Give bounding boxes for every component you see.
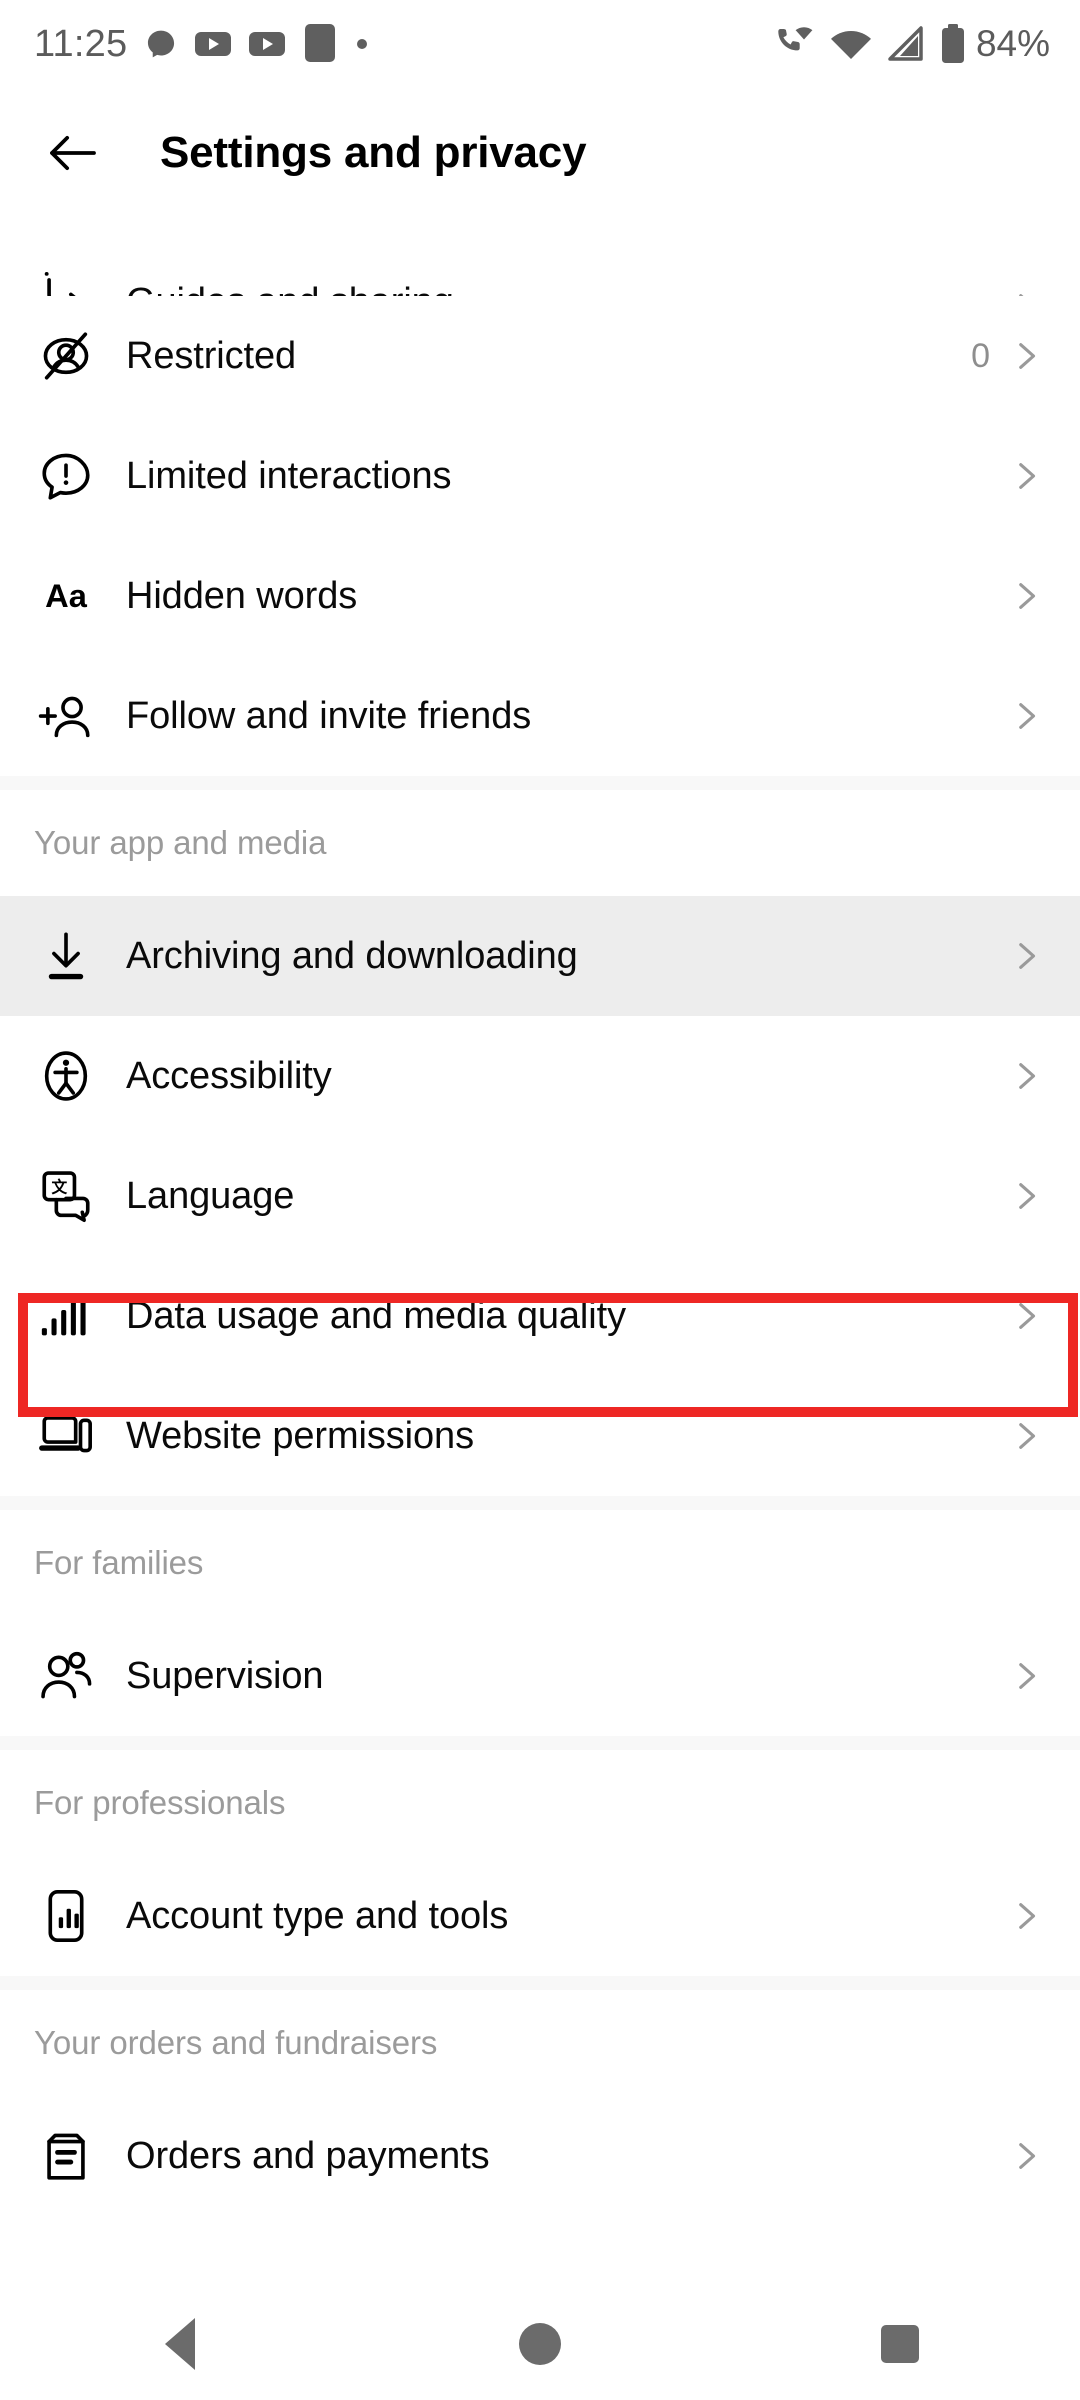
nav-back-triangle-icon	[165, 2318, 195, 2370]
section-divider	[0, 1976, 1080, 1990]
svg-text:Aa: Aa	[45, 577, 88, 614]
chevron-right-icon	[1008, 1419, 1042, 1453]
battery-percent-label: 84%	[975, 23, 1050, 64]
section-header-your-app-and-media: Your app and media	[34, 824, 327, 861]
status-bar-right: 84%	[774, 23, 1050, 65]
list-item-label: Accessibility	[126, 1054, 332, 1097]
section-header-for-professionals: For professionals	[34, 1784, 286, 1821]
settings-list[interactable]: Guides and sharing Restricted 0 Limited int…	[0, 218, 1080, 2216]
page-title: Settings and privacy	[160, 128, 587, 177]
restricted-user-slash-icon	[34, 324, 98, 388]
chevron-right-icon	[1008, 1659, 1042, 1693]
chevron-right-icon	[1008, 2139, 1042, 2173]
app-header: Settings and privacy	[0, 88, 1080, 218]
list-item[interactable]: Aa Hidden words	[0, 536, 1080, 656]
svg-text:文: 文	[52, 1177, 68, 1196]
browser-device-icon	[34, 1404, 98, 1468]
aa-text-icon: Aa	[34, 564, 98, 628]
nav-home-circle-icon	[519, 2323, 561, 2365]
download-icon	[34, 924, 98, 988]
section-divider	[0, 1736, 1080, 1750]
signal-bars-icon	[34, 1284, 98, 1348]
system-navigation-bar	[0, 2288, 1080, 2400]
dot-icon	[357, 39, 368, 49]
wifi-icon	[830, 31, 871, 59]
chevron-right-icon	[1008, 459, 1042, 493]
list-item[interactable]: Guides and sharing	[0, 218, 1080, 296]
list-item[interactable]: Supervision	[0, 1616, 1080, 1736]
receipt-icon	[34, 2124, 98, 2188]
messenger-icon	[148, 30, 175, 58]
phone-chart-icon	[34, 1884, 98, 1948]
accessibility-icon	[34, 1044, 98, 1108]
battery-icon	[941, 24, 964, 63]
list-item-label: Orders and payments	[126, 2134, 490, 2177]
section-header-your-orders-and-fundraisers: Your orders and fundraisers	[34, 2024, 438, 2061]
nav-back-button[interactable]	[90, 2288, 270, 2400]
list-item[interactable]: Archiving and downloading	[0, 896, 1080, 1016]
two-people-icon	[34, 1644, 98, 1708]
chevron-right-icon	[1008, 1179, 1042, 1213]
cellular-signal-icon	[888, 26, 923, 61]
list-item-label: Website permissions	[126, 1414, 474, 1457]
list-item-label: Restricted	[126, 334, 297, 377]
chevron-right-icon	[1008, 339, 1042, 373]
list-item[interactable]: Orders and payments	[0, 2096, 1080, 2216]
youtube-icon	[195, 32, 232, 56]
list-item-label: Data usage and media quality	[126, 1294, 626, 1337]
chevron-right-icon	[1008, 1899, 1042, 1933]
list-item[interactable]: Limited interactions	[0, 416, 1080, 536]
section-header-for-families: For families	[34, 1544, 204, 1581]
list-item[interactable]: Accessibility	[0, 1016, 1080, 1136]
chevron-right-icon	[1008, 1059, 1042, 1093]
app-square-icon	[305, 24, 336, 62]
nav-home-button[interactable]	[450, 2288, 630, 2400]
list-item[interactable]: Account type and tools	[0, 1856, 1080, 1976]
list-item-label: Hidden words	[126, 574, 358, 617]
phone-screen: 11:25 84% Settings and privacy Restricte…	[0, 0, 1080, 2400]
list-item-label: Limited interactions	[126, 454, 452, 497]
chevron-right-icon	[1008, 699, 1042, 733]
list-item-label: Follow and invite friends	[126, 694, 532, 737]
section-divider	[0, 776, 1080, 790]
list-item-label: Supervision	[126, 1654, 324, 1697]
chevron-right-icon	[1008, 1299, 1042, 1333]
list-item-label: Archiving and downloading	[126, 934, 578, 977]
list-item[interactable]: Website permissions	[0, 1376, 1080, 1496]
list-item[interactable]: Restricted 0	[0, 296, 1080, 416]
phone-wifi-calling-icon	[778, 27, 813, 51]
nav-recents-square-icon	[881, 2325, 919, 2363]
list-item-value: 0	[971, 336, 990, 375]
language-translate-icon: 文	[34, 1164, 98, 1228]
list-item-label: Guides and sharing	[126, 281, 1008, 296]
section-divider	[0, 1496, 1080, 1510]
back-button[interactable]	[18, 98, 128, 208]
list-item[interactable]: Follow and invite friends	[0, 656, 1080, 776]
list-item-label: Account type and tools	[126, 1894, 509, 1937]
share-arrow-icon	[34, 260, 98, 296]
chevron-right-icon	[1008, 939, 1042, 973]
comment-exclamation-icon	[34, 444, 98, 508]
chevron-right-icon	[1008, 579, 1042, 613]
add-person-icon	[34, 684, 98, 748]
status-bar: 11:25 84%	[0, 0, 1080, 88]
list-item[interactable]: 文 Language	[0, 1136, 1080, 1256]
arrow-left-icon	[50, 135, 96, 171]
list-item[interactable]: Data usage and media quality	[0, 1256, 1080, 1376]
list-item-label: Language	[126, 1174, 295, 1217]
status-bar-left: 11:25	[34, 23, 369, 66]
youtube-icon	[249, 32, 286, 56]
nav-recents-button[interactable]	[810, 2288, 990, 2400]
status-bar-clock: 11:25	[34, 22, 128, 65]
